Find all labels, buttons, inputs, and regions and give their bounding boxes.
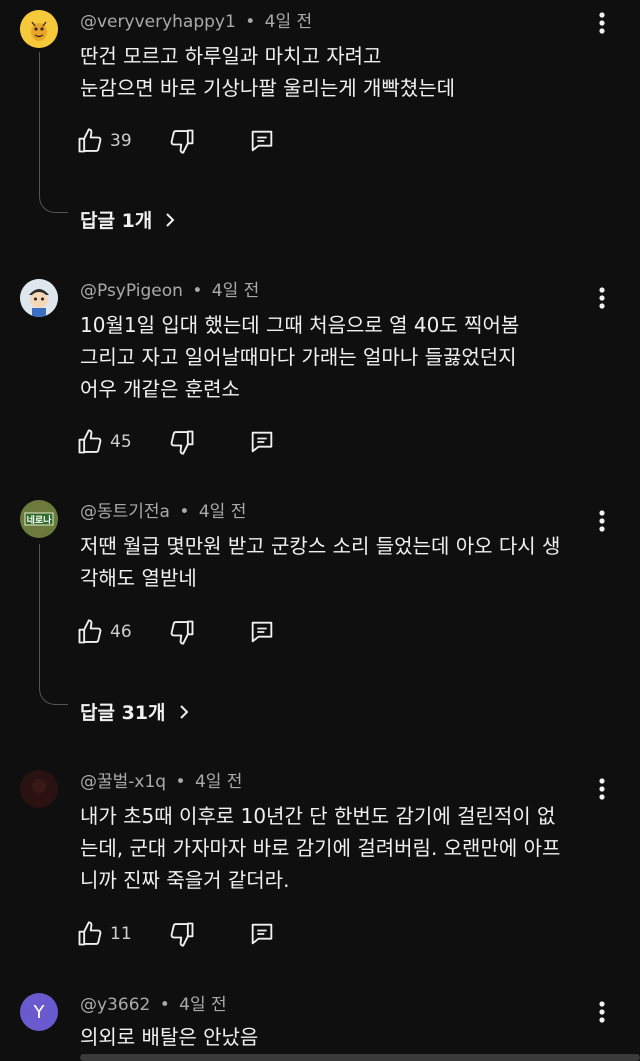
comment-actions: 11	[76, 918, 316, 950]
comment-text: 10월1일 입대 했는데 그때 처음으로 열 40도 찍어봄 그리고 자고 일어…	[80, 313, 520, 401]
thumbs-down-icon	[170, 129, 194, 154]
comment-text: 딴건 모르고 하루일과 마치고 자려고 눈감으면 바로 기상나팔 울리는게 개빡…	[80, 44, 456, 100]
username[interactable]: @y3662	[80, 995, 150, 1015]
separator: •	[192, 281, 203, 301]
comment-icon	[251, 621, 273, 643]
replies-label: 답글 31개	[80, 702, 166, 724]
reply-button[interactable]	[248, 616, 276, 648]
like-button[interactable]: 11	[76, 918, 132, 950]
comment-header: @veryveryhappy1 • 4일 전	[80, 10, 312, 34]
dislike-button[interactable]	[168, 616, 196, 648]
avatar-character-icon	[20, 279, 58, 317]
thread-line	[39, 52, 68, 213]
replies-label: 답글 1개	[80, 210, 153, 232]
like-button[interactable]: 45	[76, 426, 132, 458]
dislike-button[interactable]	[168, 125, 196, 157]
timestamp: 4일 전	[211, 281, 260, 301]
like-button[interactable]: 39	[76, 125, 132, 157]
avatar-character-icon	[20, 10, 58, 48]
reply-button[interactable]	[248, 125, 276, 157]
avatar[interactable]: 네로나	[20, 500, 58, 538]
thumbs-down-icon	[170, 430, 194, 455]
comment-header: @꿀벌-x1q • 4일 전	[80, 770, 242, 794]
comment-text: 의외로 배탈은 안났음	[80, 1025, 259, 1049]
more-vert-icon[interactable]	[592, 10, 612, 36]
thumbs-down-icon	[170, 922, 194, 947]
like-count: 45	[110, 432, 132, 452]
avatar-image-icon	[20, 770, 58, 808]
avatar-text: 네로나	[26, 515, 52, 526]
bottom-input-bar[interactable]	[80, 1054, 640, 1061]
username[interactable]: @PsyPigeon	[80, 281, 183, 301]
separator: •	[175, 772, 186, 792]
thread-line	[39, 544, 68, 705]
like-count: 11	[110, 924, 132, 944]
comment-text: 내가 초5때 이후로 10년간 단 한번도 감기에 걸린적이 없 는데, 군대 …	[80, 804, 561, 892]
comment-text: 저땐 월급 몇만원 받고 군캉스 소리 들었는데 아오 다시 생 각해도 열받네	[80, 534, 561, 590]
like-count: 39	[110, 131, 132, 151]
avatar[interactable]	[20, 10, 58, 48]
more-vert-icon[interactable]	[592, 776, 612, 802]
reply-button[interactable]	[248, 918, 276, 950]
comment-icon	[251, 431, 273, 453]
like-button[interactable]: 46	[76, 616, 132, 648]
comment-header: @동트기전a • 4일 전	[80, 500, 246, 524]
comment-header: @y3662 • 4일 전	[80, 993, 227, 1017]
comment-actions: 46	[76, 616, 316, 648]
username[interactable]: @veryveryhappy1	[80, 12, 236, 32]
chevron-right-icon	[166, 212, 175, 227]
thumbs-up-icon	[78, 921, 102, 946]
more-vert-icon[interactable]	[592, 285, 612, 311]
timestamp: 4일 전	[194, 772, 243, 792]
dislike-button[interactable]	[168, 918, 196, 950]
username[interactable]: @꿀벌-x1q	[80, 772, 166, 792]
avatar[interactable]	[20, 770, 58, 808]
comment-actions: 39	[76, 125, 316, 157]
comment-header: @PsyPigeon • 4일 전	[80, 279, 259, 303]
timestamp: 4일 전	[179, 995, 227, 1015]
avatar[interactable]: Y	[20, 993, 58, 1031]
separator: •	[179, 502, 190, 522]
comment-icon	[251, 923, 273, 945]
timestamp: 4일 전	[264, 12, 313, 32]
avatar[interactable]	[20, 279, 58, 317]
chevron-right-icon	[179, 704, 188, 719]
username[interactable]: @동트기전a	[80, 502, 170, 522]
timestamp: 4일 전	[198, 502, 247, 522]
replies-toggle-1[interactable]: 답글 1개	[80, 206, 178, 233]
comment-icon	[251, 130, 273, 152]
thumbs-down-icon	[170, 620, 194, 645]
reply-button[interactable]	[248, 426, 276, 458]
comment-actions: 45	[76, 426, 316, 458]
thumbs-up-icon	[78, 128, 102, 153]
separator: •	[159, 995, 170, 1015]
separator: •	[245, 12, 256, 32]
replies-toggle-3[interactable]: 답글 31개	[80, 698, 192, 725]
avatar-letter: Y	[33, 1001, 45, 1023]
thumbs-up-icon	[78, 429, 102, 454]
dislike-button[interactable]	[168, 426, 196, 458]
like-count: 46	[110, 622, 132, 642]
thumbs-up-icon	[78, 619, 102, 644]
